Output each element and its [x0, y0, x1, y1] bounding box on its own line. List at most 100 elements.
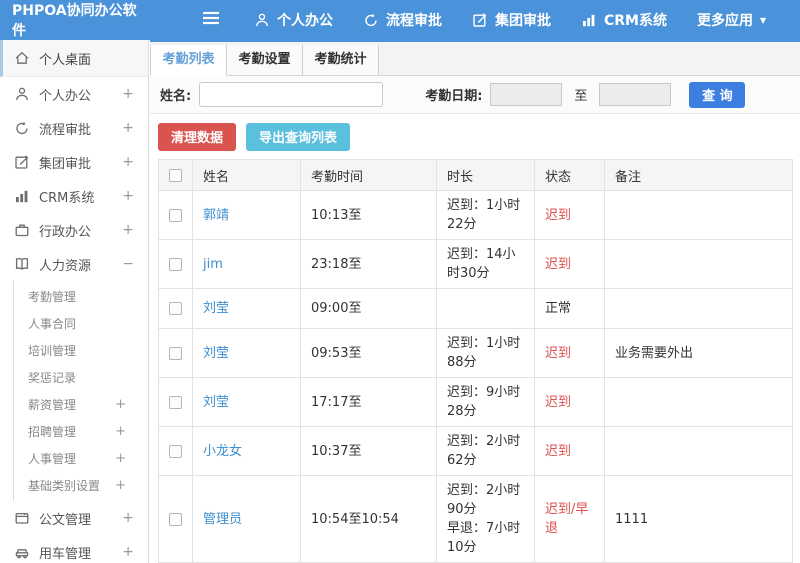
name-field-label: 姓名:: [160, 89, 192, 104]
attendance-time: 09:00至: [300, 288, 437, 329]
row-checkbox[interactable]: [169, 395, 182, 409]
sidebar-item-personal-desktop[interactable]: 个人桌面: [0, 40, 148, 77]
flow-icon: [363, 12, 379, 28]
status-text: 迟到: [545, 394, 572, 410]
sidebar-subitem-label: 考勤管理: [28, 290, 77, 304]
duration-text: 迟到：2小时62分: [447, 434, 521, 468]
attendance-time: 09:53至: [300, 328, 437, 378]
sidebar-item-workflow-approval[interactable]: 流程审批 +: [0, 111, 148, 145]
name-search-input[interactable]: [199, 82, 384, 107]
sidebar-item-personal-office[interactable]: 个人办公 +: [0, 77, 148, 111]
row-checkbox[interactable]: [169, 208, 182, 222]
sidebar-item-label: 用车管理: [39, 546, 92, 562]
employee-name-link[interactable]: 刘莹: [203, 301, 229, 316]
expand-plus-icon[interactable]: +: [115, 424, 126, 439]
expand-plus-icon[interactable]: +: [122, 222, 134, 238]
user-icon: [14, 86, 30, 102]
date-to-label: 至: [574, 89, 588, 104]
document-icon: [14, 510, 30, 526]
duration-cell: 迟到：9小时28分: [436, 377, 535, 427]
sidebar-item-human-resources[interactable]: 人力资源 −: [0, 247, 148, 281]
row-checkbox[interactable]: [169, 512, 182, 526]
date-to-input[interactable]: [599, 83, 672, 106]
topbar: PHPOA协同办公软件 个人办公 流程审批 集团审批 CRM系统 更多应用 ▼: [0, 0, 800, 40]
edit-icon: [14, 154, 30, 170]
date-from-input[interactable]: [490, 83, 563, 106]
status-text: 迟到/早退: [545, 502, 589, 536]
date-field-label: 考勤日期:: [425, 89, 483, 104]
topnav-label: 流程审批: [386, 13, 442, 29]
row-checkbox[interactable]: [169, 257, 182, 271]
user-icon: [254, 12, 270, 28]
table-row: 小龙女 10:37至 迟到：2小时62分 迟到: [158, 426, 793, 476]
sidebar-item-vehicle-management[interactable]: 用车管理 +: [0, 535, 148, 563]
expand-plus-icon[interactable]: +: [122, 86, 134, 102]
sidebar-subitem-personnel-management[interactable]: 人事管理 +: [14, 445, 148, 472]
topnav-item-group-approval[interactable]: 集团审批: [472, 10, 551, 30]
attendance-table: 姓名 考勤时间 时长 状态 备注 郭靖 10:13至 迟到：1小时22分 迟到 jim 2…: [158, 159, 793, 563]
top-navigation: 个人办公 流程审批 集团审批 CRM系统 更多应用 ▼: [254, 10, 796, 30]
topnav-item-personal-office[interactable]: 个人办公: [254, 10, 333, 30]
expand-plus-icon[interactable]: +: [115, 451, 126, 466]
employee-name-link[interactable]: 小龙女: [203, 444, 242, 459]
row-checkbox[interactable]: [169, 346, 182, 360]
sidebar: 个人桌面 个人办公 + 流程审批 + 集团审批 + CRM系统 + 行政办公 +: [0, 40, 149, 563]
tab-attendance-list[interactable]: 考勤列表: [150, 45, 227, 76]
topnav-item-more-apps[interactable]: 更多应用 ▼: [697, 10, 766, 30]
sidebar-subitem-basic-category-settings[interactable]: 基础类别设置 +: [14, 472, 148, 499]
sidebar-item-group-approval[interactable]: 集团审批 +: [0, 145, 148, 179]
employee-name-link[interactable]: jim: [203, 257, 223, 272]
clean-data-button[interactable]: 清理数据: [158, 122, 237, 151]
app-title: PHPOA协同办公软件: [12, 3, 137, 39]
expand-plus-icon[interactable]: +: [122, 188, 134, 204]
tab-attendance-statistics[interactable]: 考勤统计: [302, 45, 379, 75]
caret-down-icon: ▼: [760, 15, 767, 25]
employee-name-link[interactable]: 管理员: [203, 512, 242, 527]
sidebar-subitem-personnel-contract[interactable]: 人事合同: [14, 310, 148, 337]
menu-toggle-button[interactable]: [202, 11, 220, 29]
sidebar-subitem-training-management[interactable]: 培训管理: [14, 337, 148, 364]
expand-plus-icon[interactable]: +: [122, 544, 134, 560]
sidebar-subitem-reward-punishment-records[interactable]: 奖惩记录: [14, 364, 148, 391]
sidebar-item-label: 集团审批: [39, 156, 92, 172]
car-icon: [14, 544, 30, 560]
remark-text: [604, 377, 793, 427]
attendance-table-header: 姓名 考勤时间 时长 状态 备注: [158, 159, 793, 191]
topnav-item-crm-system[interactable]: CRM系统: [581, 10, 667, 30]
attendance-time: 23:18至: [300, 239, 437, 289]
expand-plus-icon[interactable]: +: [122, 510, 134, 526]
search-button[interactable]: 查 询: [689, 81, 746, 108]
collapse-minus-icon[interactable]: −: [122, 256, 134, 272]
sidebar-item-administrative-office[interactable]: 行政办公 +: [0, 213, 148, 247]
sidebar-item-label: 流程审批: [39, 122, 92, 138]
sidebar-subitem-label: 人事合同: [28, 317, 77, 331]
expand-plus-icon[interactable]: +: [115, 397, 126, 412]
employee-name-link[interactable]: 刘莹: [203, 346, 229, 361]
row-checkbox[interactable]: [169, 444, 182, 458]
topnav-label: 个人办公: [277, 13, 333, 29]
remark-text: 1111: [604, 475, 793, 563]
row-checkbox[interactable]: [169, 302, 182, 315]
expand-plus-icon[interactable]: +: [115, 478, 126, 493]
main-content: 考勤列表 考勤设置 考勤统计 姓名: 考勤日期: 至 查 询 清理数据 导出查询…: [150, 40, 800, 563]
expand-plus-icon[interactable]: +: [122, 154, 134, 170]
hr-submenu: 考勤管理 人事合同 培训管理 奖惩记录 薪资管理 + 招聘管理 + 人事管理 +…: [13, 281, 148, 501]
sidebar-item-label: 公文管理: [39, 512, 92, 528]
sidebar-subitem-attendance-management[interactable]: 考勤管理: [14, 283, 148, 310]
action-toolbar: 清理数据 导出查询列表: [150, 114, 800, 159]
employee-name-link[interactable]: 刘莹: [203, 395, 229, 410]
export-list-button[interactable]: 导出查询列表: [246, 122, 351, 151]
sidebar-subitem-salary-management[interactable]: 薪资管理 +: [14, 391, 148, 418]
topnav-label: 更多应用: [697, 13, 753, 29]
status-text: 迟到: [545, 443, 572, 459]
topnav-item-workflow-approval[interactable]: 流程审批: [363, 10, 442, 30]
sidebar-item-document-management[interactable]: 公文管理 +: [0, 501, 148, 535]
select-all-checkbox[interactable]: [169, 168, 182, 182]
briefcase-icon: [14, 222, 30, 238]
attendance-time: 17:17至: [300, 377, 437, 427]
sidebar-item-crm-system[interactable]: CRM系统 +: [0, 179, 148, 213]
expand-plus-icon[interactable]: +: [122, 120, 134, 136]
employee-name-link[interactable]: 郭靖: [203, 208, 229, 223]
tab-attendance-settings[interactable]: 考勤设置: [226, 45, 303, 75]
sidebar-subitem-recruitment-management[interactable]: 招聘管理 +: [14, 418, 148, 445]
